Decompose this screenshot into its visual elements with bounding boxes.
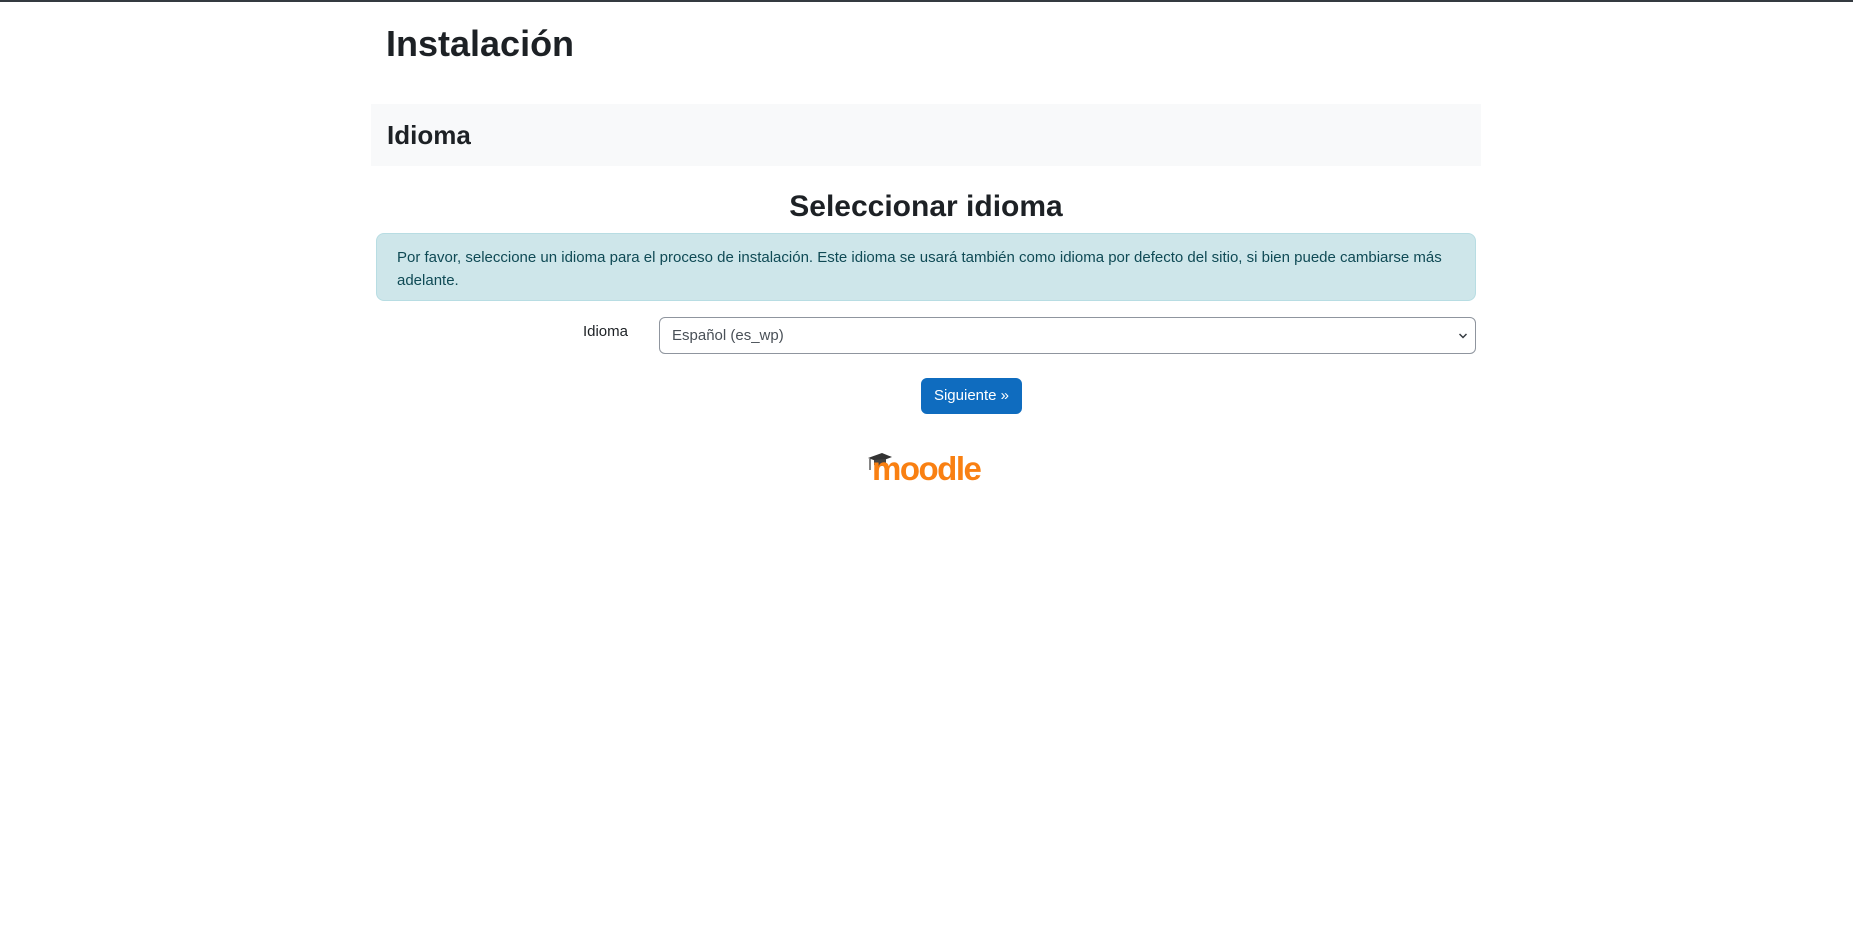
section-header: Idioma [371,104,1481,166]
svg-text:moodle: moodle [872,450,981,484]
select-language-heading: Seleccionar idioma [789,190,1063,223]
next-button[interactable]: Siguiente » [921,378,1022,414]
moodle-logo[interactable]: moodle [868,448,984,484]
top-border [0,0,1853,2]
language-label: Idioma [582,323,628,340]
chevron-down-icon [1459,333,1467,339]
info-alert: Por favor, seleccione un idioma para el … [376,233,1476,301]
language-select[interactable]: Español (es_wp) [659,317,1476,354]
language-select-value: Español (es_wp) [672,327,784,344]
section-title: Idioma [387,120,471,150]
moodle-logo-image: moodle [868,450,983,484]
page-title: Instalación [386,23,575,64]
